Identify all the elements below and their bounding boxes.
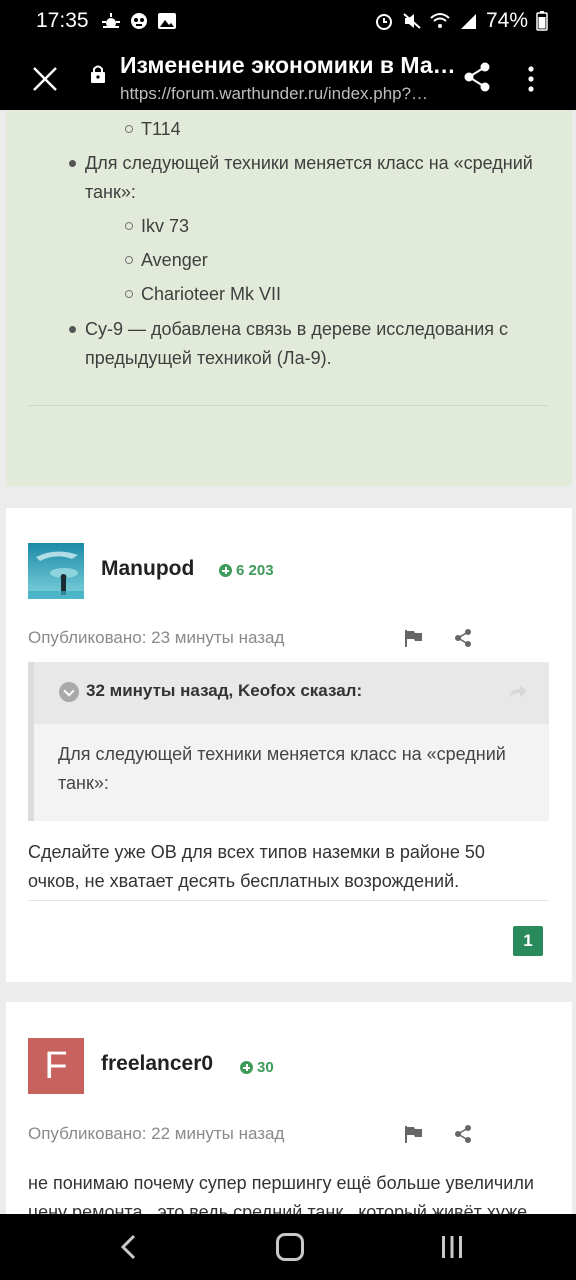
alarm-icon [375,14,392,30]
reputation-badge: 30 [240,1059,274,1076]
list-item: Для следующей техники меняется класс на … [85,153,533,202]
plus-circle-icon [240,1061,253,1074]
page-url[interactable]: https://forum.warthunder.ru/index.php?… [120,84,460,104]
reaction-count-badge[interactable]: 1 [513,926,543,956]
post-text: Сделайте уже ОВ для всех типов наземки в… [28,842,485,891]
reputation-value: 30 [257,1059,274,1076]
post-date: Опубликовано: 22 минуты назад [28,1124,285,1143]
post-body-card: T114 Для следующей техники меняется клас… [6,110,572,486]
page-title: Изменение экономики в Мае… [120,52,465,78]
report-flag-icon[interactable] [404,629,424,647]
go-to-quote-icon[interactable] [508,684,528,700]
list-bullet [69,326,76,333]
list-item: T114 [141,119,181,139]
list-bullet [125,290,133,298]
share-icon[interactable] [454,629,472,647]
post-date: Опубликовано: 23 минуты назад [28,628,285,647]
forum-post: Manupod 6 203 Опубликовано: 23 минуты на… [6,508,572,982]
reputation-badge: 6 203 [219,562,274,579]
list-bullet [125,125,133,133]
list-bullet [125,222,133,230]
reputation-value: 6 203 [236,562,274,579]
chevron-down-icon[interactable] [59,682,79,702]
list-item: Avenger [141,250,208,270]
lock-icon [91,65,105,83]
battery-percent: 74% [485,9,528,32]
divider [28,900,549,901]
close-icon[interactable] [28,62,62,96]
forum-post: F freelancer0 30 Опубликовано: 22 минуты… [6,1002,572,1214]
list-item: Charioteer Mk VII [141,284,282,304]
list-bullet [69,160,76,167]
status-time: 17:35 [36,9,89,32]
share-icon[interactable] [463,62,491,92]
plus-circle-icon [219,564,232,577]
status-bar: 17:35 74% [0,0,576,42]
share-icon[interactable] [454,1125,472,1143]
post-author[interactable]: Manupod [101,557,194,581]
gallery-icon [157,13,176,29]
report-flag-icon[interactable] [404,1125,424,1143]
divider [28,405,549,406]
home-icon[interactable] [276,1233,304,1261]
recent-apps-icon[interactable] [440,1235,464,1259]
list-bullet [125,256,133,264]
page-content[interactable]: T114 Для следующей техники меняется клас… [0,110,576,1214]
post-text: не понимаю почему супер першингу ещё бол… [28,1173,534,1214]
weather-icon [101,13,120,28]
avatar[interactable] [28,543,84,599]
quote-text: Для следующей техники меняется класс на … [58,744,506,793]
system-nav-bar [0,1214,576,1280]
signal-icon [460,14,476,29]
back-icon[interactable] [118,1234,140,1260]
avatar[interactable]: F [28,1038,84,1094]
browser-toolbar: Изменение экономики в Мае… https://forum… [0,42,576,110]
more-menu-icon[interactable] [520,64,542,94]
mute-icon [403,13,421,29]
quote-block: 32 минуты назад, Keofox сказал: Для след… [28,662,549,821]
list-item: Ikv 73 [141,216,190,236]
wifi-icon [430,13,450,28]
notification-icon [130,13,147,29]
post-author[interactable]: freelancer0 [101,1052,213,1076]
battery-icon [536,11,548,31]
quote-header[interactable]: 32 минуты назад, Keofox сказал: [34,662,549,724]
quote-author: 32 минуты назад, Keofox сказал: [86,681,363,700]
list-item: Су-9 — добавлена связь в дереве исследов… [85,319,509,368]
